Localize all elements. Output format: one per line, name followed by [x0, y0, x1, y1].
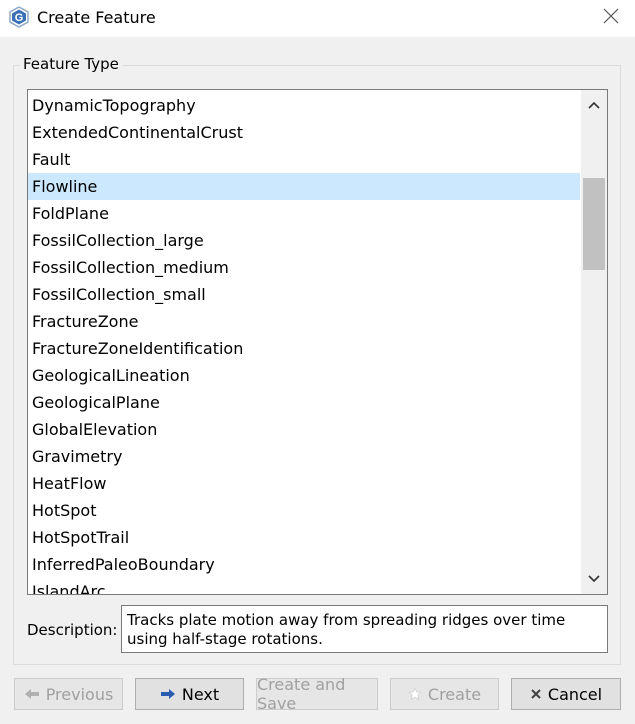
close-icon[interactable]	[601, 6, 621, 26]
x-icon	[530, 688, 542, 700]
svg-text:G: G	[15, 12, 24, 24]
title-bar: G Create Feature	[0, 0, 635, 37]
feature-type-list[interactable]: DynamicTopography ExtendedContinentalCrus…	[27, 89, 608, 595]
create-button[interactable]: Create	[390, 678, 499, 710]
gplates-g-icon: G	[8, 6, 30, 28]
create-and-save-label: Create and Save	[257, 675, 346, 713]
arrow-right-icon	[160, 688, 176, 700]
previous-label: Previous	[45, 684, 114, 704]
scroll-thumb[interactable]	[583, 178, 605, 270]
list-item[interactable]: Gravimetry	[28, 443, 580, 470]
list-item[interactable]: GeologicalPlane	[28, 389, 580, 416]
description-label: Description:	[27, 621, 118, 639]
list-item[interactable]: GeologicalLineation	[28, 362, 580, 389]
list-item[interactable]: GlobalElevation	[28, 416, 580, 443]
list-item[interactable]: FractureZoneIdentification	[28, 335, 580, 362]
list-item[interactable]: DynamicTopography	[28, 92, 580, 119]
group-title: Feature Type	[20, 55, 122, 73]
list-item[interactable]: IslandArc	[28, 578, 580, 594]
list-item[interactable]: Fault	[28, 146, 580, 173]
list-item[interactable]: FossilCollection_medium	[28, 254, 580, 281]
window-title: Create Feature	[37, 8, 156, 27]
list-item[interactable]: HotSpot	[28, 497, 580, 524]
create-label: Create	[427, 684, 482, 704]
arrow-left-icon	[24, 688, 40, 700]
cancel-button[interactable]: Cancel	[511, 678, 621, 710]
previous-button[interactable]: Previous	[14, 678, 123, 710]
create-and-save-button[interactable]: Create and Save	[256, 675, 378, 713]
cancel-label: Cancel	[547, 684, 603, 704]
feature-type-items: DynamicTopography ExtendedContinentalCrus…	[28, 92, 580, 594]
list-item[interactable]: InferredPaleoBoundary	[28, 551, 580, 578]
next-label: Next	[181, 684, 220, 704]
description-text: Tracks plate motion away from spreading …	[121, 605, 608, 653]
list-item[interactable]: FoldPlane	[28, 200, 580, 227]
list-item[interactable]: Flowline	[28, 173, 580, 200]
star-icon	[407, 687, 422, 701]
list-item[interactable]: FossilCollection_small	[28, 281, 580, 308]
list-item[interactable]: FossilCollection_large	[28, 227, 580, 254]
list-item[interactable]: HotSpotTrail	[28, 524, 580, 551]
vertical-scrollbar[interactable]	[581, 90, 607, 594]
scroll-up-icon[interactable]	[581, 92, 607, 118]
list-item[interactable]: ExtendedContinentalCrust	[28, 119, 580, 146]
next-button[interactable]: Next	[135, 678, 244, 710]
list-item[interactable]: HeatFlow	[28, 470, 580, 497]
scroll-down-icon[interactable]	[581, 566, 607, 592]
list-item[interactable]: FractureZone	[28, 308, 580, 335]
